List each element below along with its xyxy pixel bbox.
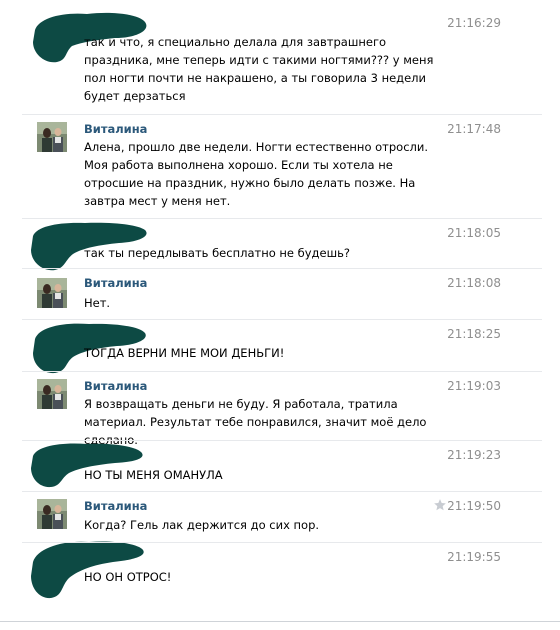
history-bottom-border	[0, 621, 560, 622]
message-time: 21:18:25	[447, 327, 501, 341]
message-time: 21:19:23	[447, 448, 501, 462]
message-text: ТОГДА ВЕРНИ МНЕ МОИ ДЕНЬГИ!	[84, 346, 285, 360]
message-time: 21:19:03	[447, 379, 501, 393]
message-time: 21:16:29	[447, 16, 501, 30]
message-time: 21:18:08	[447, 276, 501, 290]
message-text: Когда? Гель лак держится до сих пор.	[84, 518, 320, 532]
message-text: НО ОН ОТРОС!	[84, 570, 172, 584]
author-name[interactable]: Виталина	[84, 276, 147, 290]
message-text: Нет.	[84, 296, 111, 310]
author-name[interactable]: Виталина	[84, 122, 147, 136]
message-time: 21:19:50	[447, 499, 501, 513]
avatar[interactable]	[37, 499, 67, 529]
avatar[interactable]	[37, 122, 67, 152]
message-text: НО ТЫ МЕНЯ ОМАНУЛА	[84, 468, 223, 482]
message-history: 21:16:29 так и что, я специально делала …	[0, 0, 560, 630]
message-time: 21:19:55	[447, 550, 501, 564]
message-text: так ты передлывать бесплатно не будешь?	[84, 246, 350, 260]
message-time: 21:18:05	[447, 226, 501, 240]
message-text: так и что, я специально делала для завтр…	[84, 35, 434, 103]
author-name[interactable]: Виталина	[84, 379, 147, 393]
message-text: Алена, прошло две недели. Ногти естестве…	[84, 140, 429, 208]
avatar[interactable]	[37, 379, 67, 409]
avatar[interactable]	[37, 278, 67, 308]
message-time: 21:17:48	[447, 122, 501, 136]
star-icon[interactable]	[433, 498, 447, 512]
author-name[interactable]: Виталина	[84, 499, 147, 513]
